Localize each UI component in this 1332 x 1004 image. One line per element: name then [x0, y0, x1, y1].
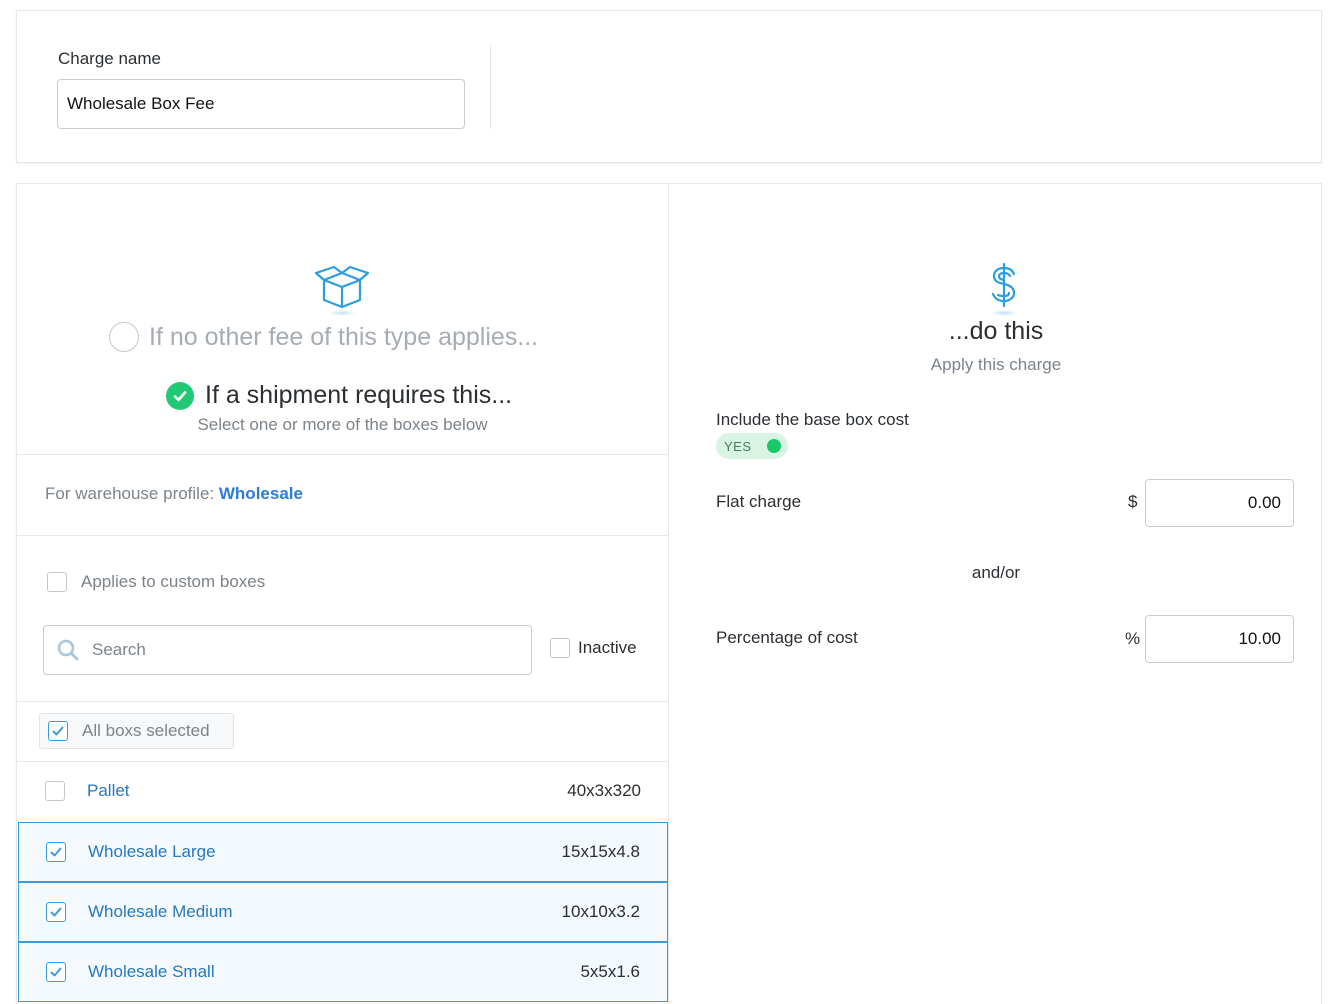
- radio-unchecked-icon[interactable]: [109, 322, 139, 352]
- divider: [17, 535, 668, 536]
- toggle-knob[interactable]: [767, 439, 781, 453]
- custom-boxes-label: Applies to custom boxes: [81, 572, 266, 591]
- box-name[interactable]: Wholesale Medium: [88, 902, 562, 922]
- divider: [490, 45, 491, 129]
- check-icon: [50, 967, 62, 977]
- action-title: ...do this: [948, 317, 1044, 345]
- option-shipment-requires[interactable]: If a shipment requires this...: [166, 381, 512, 410]
- search-placeholder: Search: [92, 640, 146, 659]
- warehouse-profile-prefix: For warehouse profile:: [45, 484, 215, 503]
- charge-name-input[interactable]: [57, 79, 465, 129]
- box-checkbox[interactable]: [45, 781, 65, 801]
- box-dimensions: 40x3x320: [567, 781, 641, 800]
- toggle-state-label: YES: [724, 438, 752, 454]
- box-dimensions: 10x10x3.2: [561, 902, 640, 921]
- and-or-separator: and/or: [971, 563, 1021, 582]
- inactive-filter[interactable]: Inactive: [550, 638, 637, 658]
- check-icon: [52, 726, 64, 736]
- box-name[interactable]: Wholesale Large: [88, 842, 562, 862]
- option-no-other-fee[interactable]: If no other fee of this type applies...: [109, 322, 538, 352]
- check-icon: [50, 907, 62, 917]
- box-name[interactable]: Wholesale Small: [88, 962, 580, 982]
- box-checkbox[interactable]: [46, 962, 66, 982]
- flat-charge-unit: $: [1128, 492, 1138, 511]
- charge-name-card: Charge name: [16, 10, 1322, 163]
- divider: [17, 454, 668, 455]
- option-shipment-requires-label: If a shipment requires this...: [205, 381, 513, 409]
- check-icon: [173, 390, 187, 401]
- inactive-checkbox[interactable]: [550, 638, 570, 658]
- box-search-input[interactable]: Search: [43, 625, 532, 675]
- charge-rule-card: If no other fee of this type applies... …: [16, 183, 1322, 1004]
- dollar-icon: [991, 262, 1016, 308]
- box-row[interactable]: Wholesale Medium 10x10x3.2: [18, 882, 668, 942]
- box-icon-shadow: [328, 310, 356, 316]
- radio-checked-icon[interactable]: [166, 381, 194, 410]
- percentage-unit: %: [1125, 629, 1141, 648]
- flat-charge-label: Flat charge: [716, 492, 802, 511]
- box-row[interactable]: Wholesale Large 15x15x4.8: [18, 822, 668, 882]
- custom-boxes-option[interactable]: Applies to custom boxes: [47, 572, 265, 592]
- box-name[interactable]: Pallet: [87, 781, 567, 801]
- custom-boxes-checkbox[interactable]: [47, 572, 67, 592]
- box-checkbox[interactable]: [46, 902, 66, 922]
- box-row[interactable]: Pallet 40x3x320: [18, 761, 668, 821]
- box-icon: [314, 265, 370, 309]
- select-all-checkbox[interactable]: [48, 721, 68, 741]
- base-box-cost-toggle[interactable]: YES: [716, 433, 788, 459]
- charge-name-label: Charge name: [58, 49, 162, 68]
- select-all-label: All boxs selected: [82, 721, 210, 740]
- check-icon: [50, 847, 62, 857]
- action-subtitle: Apply this charge: [930, 355, 1062, 374]
- box-dimensions: 5x5x1.6: [580, 962, 640, 981]
- column-divider: [668, 184, 669, 1004]
- box-row[interactable]: Wholesale Small 5x5x1.6: [18, 942, 668, 1002]
- inactive-label: Inactive: [578, 638, 637, 657]
- box-checkbox[interactable]: [46, 842, 66, 862]
- option-shipment-requires-subtitle: Select one or more of the boxes below: [197, 415, 488, 434]
- warehouse-profile-link[interactable]: Wholesale: [219, 484, 303, 503]
- select-all-boxes[interactable]: All boxs selected: [39, 713, 234, 749]
- search-icon: [57, 639, 79, 661]
- dollar-icon-shadow: [990, 310, 1018, 316]
- base-box-cost-label: Include the base box cost: [716, 410, 909, 429]
- divider: [17, 701, 668, 702]
- box-dimensions: 15x15x4.8: [561, 842, 640, 861]
- option-no-other-fee-label: If no other fee of this type applies...: [149, 322, 539, 351]
- warehouse-profile-line: For warehouse profile: Wholesale: [45, 484, 303, 504]
- percentage-label: Percentage of cost: [716, 628, 858, 647]
- percentage-input[interactable]: [1145, 615, 1294, 663]
- flat-charge-input[interactable]: [1145, 479, 1294, 527]
